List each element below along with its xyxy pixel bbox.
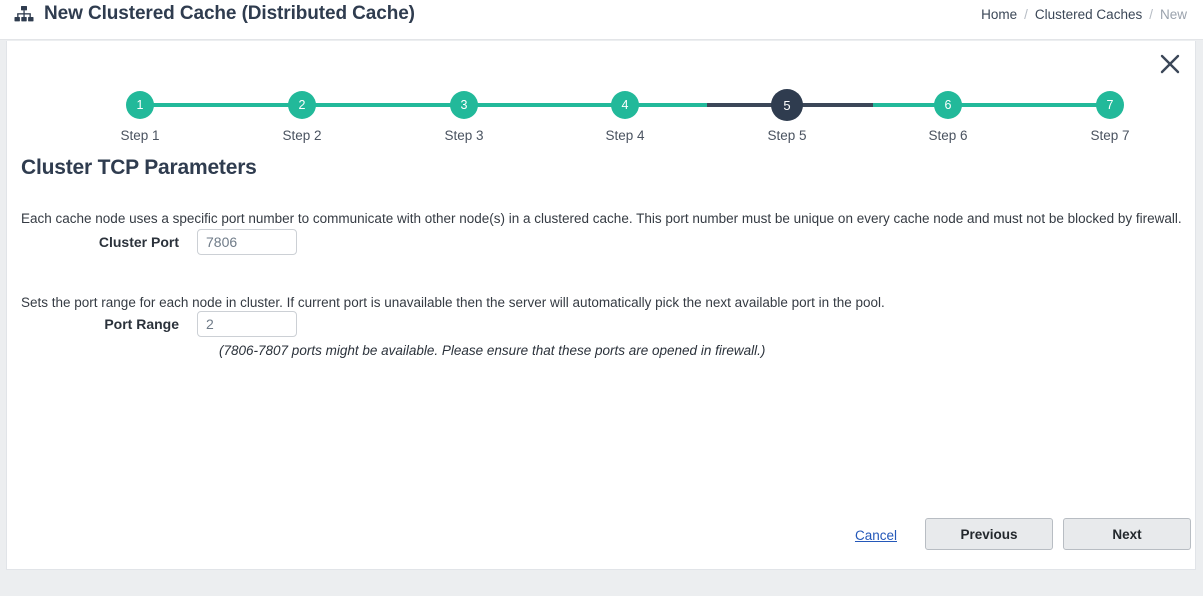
step-node-number: 3 [460, 98, 468, 112]
breadcrumb-item-clustered-caches[interactable]: Clustered Caches [1035, 7, 1142, 22]
sitemap-icon [14, 5, 34, 23]
step-node-6[interactable]: 6 [934, 91, 962, 119]
step-label-4: Step 4 [605, 128, 645, 143]
field-row-cluster-port: Cluster Port [7, 229, 297, 255]
step-node-3[interactable]: 3 [450, 91, 478, 119]
breadcrumb-item-home[interactable]: Home [981, 7, 1017, 22]
page-header: New Clustered Cache (Distributed Cache) … [0, 0, 1203, 40]
description-port-range: Sets the port range for each node in clu… [21, 294, 885, 310]
step-node-number: 5 [783, 97, 791, 113]
step-label-1: Step 1 [120, 128, 160, 143]
step-label-5: Step 5 [767, 128, 807, 143]
breadcrumb-item-new: New [1159, 7, 1187, 22]
wizard-stepper: 1 Step 1 2 Step 2 3 Step 3 4 Step 4 5 St… [7, 53, 1197, 143]
step-node-number: 6 [944, 98, 952, 112]
cluster-port-label: Cluster Port [98, 234, 179, 250]
step-node-4[interactable]: 4 [611, 91, 639, 119]
next-button[interactable]: Next [1063, 518, 1191, 550]
cancel-link[interactable]: Cancel [855, 528, 897, 543]
port-range-hint: (7806-7807 ports might be available. Ple… [219, 343, 766, 358]
breadcrumb-separator: / [1149, 7, 1153, 22]
port-range-label: Port Range [104, 316, 179, 332]
step-label-2: Step 2 [282, 128, 322, 143]
wizard-panel: 1 Step 1 2 Step 2 3 Step 3 4 Step 4 5 St… [6, 41, 1196, 570]
description-cluster-port: Each cache node uses a specific port num… [21, 210, 1182, 226]
section-title: Cluster TCP Parameters [21, 156, 257, 180]
step-node-number: 2 [298, 98, 306, 112]
step-label-3: Step 3 [444, 128, 484, 143]
previous-button[interactable]: Previous [925, 518, 1053, 550]
wizard-footer: Cancel Previous Next [7, 515, 1197, 559]
step-node-5[interactable]: 5 [771, 89, 803, 121]
breadcrumb: Home / Clustered Caches / New [981, 7, 1187, 22]
step-label-7: Step 7 [1090, 128, 1130, 143]
page-title-text: New Clustered Cache (Distributed Cache) [44, 3, 415, 24]
step-label-6: Step 6 [928, 128, 968, 143]
step-node-number: 7 [1106, 98, 1114, 112]
cluster-port-input[interactable] [197, 229, 297, 255]
step-node-7[interactable]: 7 [1096, 91, 1124, 119]
step-node-number: 4 [621, 98, 629, 112]
page-title: New Clustered Cache (Distributed Cache) [14, 3, 415, 25]
step-node-1[interactable]: 1 [126, 91, 154, 119]
step-node-2[interactable]: 2 [288, 91, 316, 119]
port-range-input[interactable] [197, 311, 297, 337]
breadcrumb-separator: / [1024, 7, 1028, 22]
step-node-number: 1 [136, 98, 144, 112]
field-row-port-range: Port Range [7, 311, 297, 337]
